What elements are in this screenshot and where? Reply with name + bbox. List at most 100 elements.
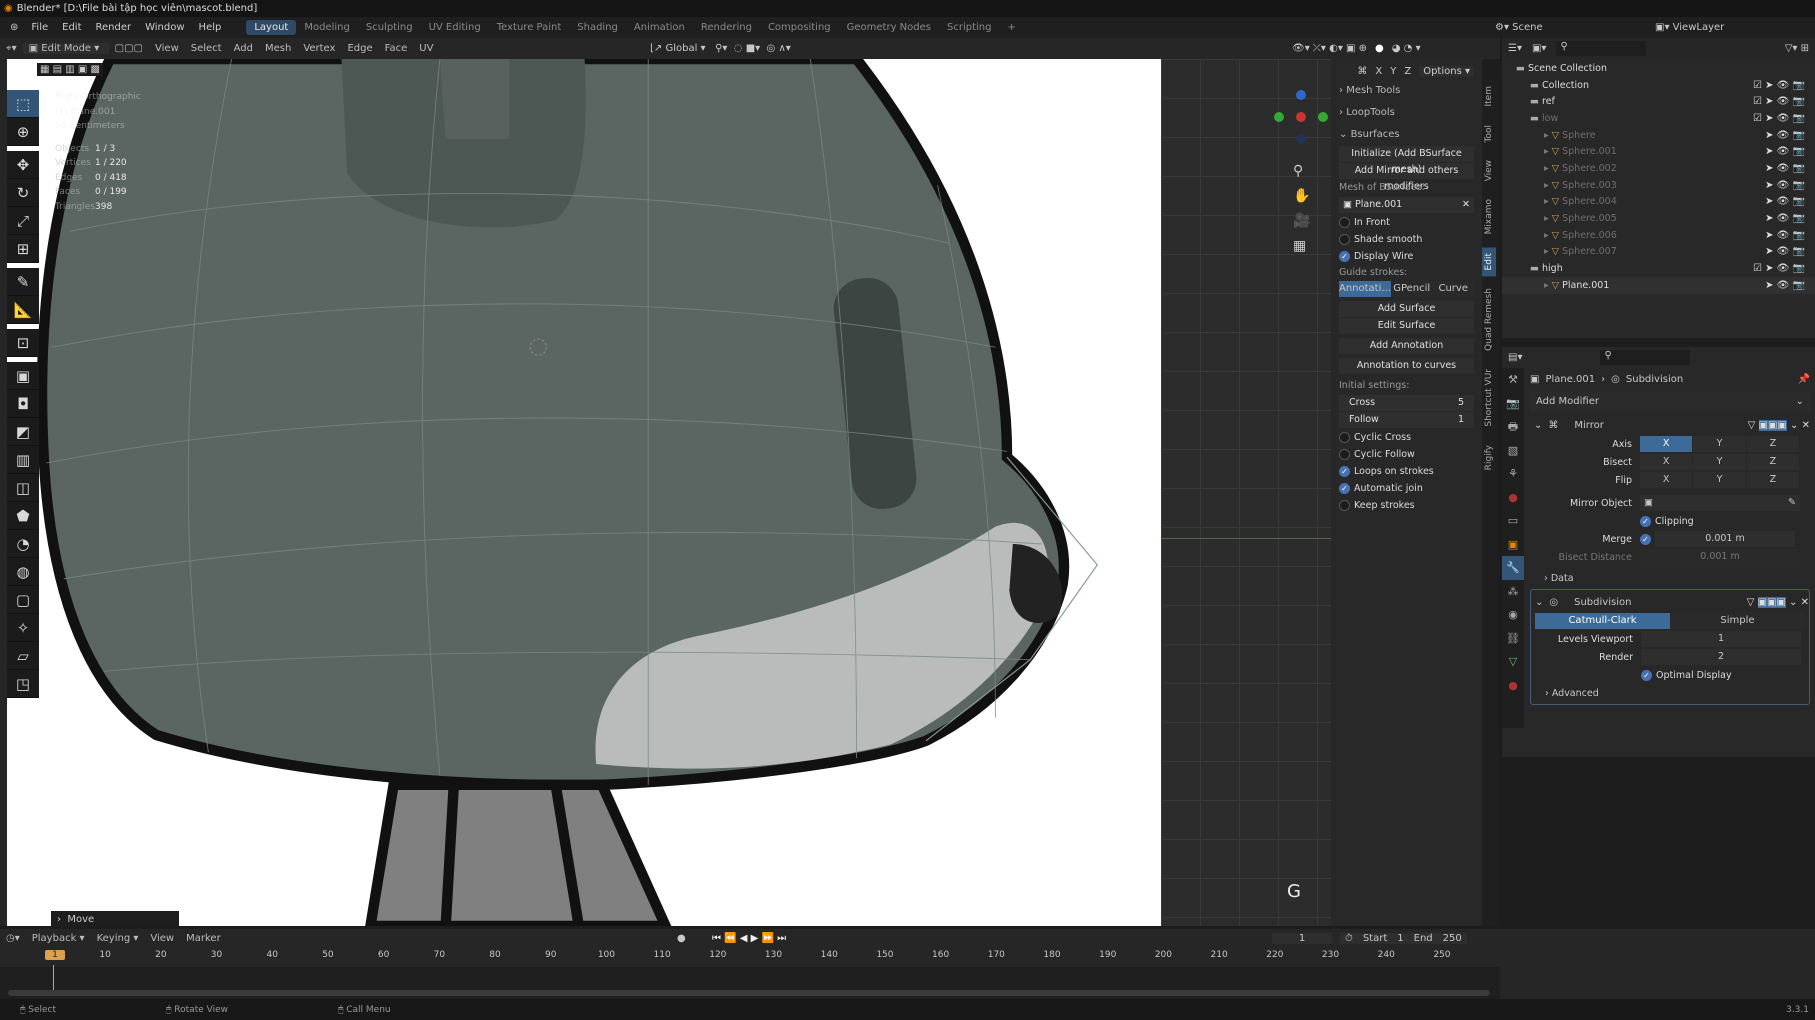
outliner-row[interactable]: ▬ low ☑ ➤ 👁 📷 bbox=[1502, 110, 1815, 127]
panel-mesh-tools[interactable]: › Mesh Tools bbox=[1339, 79, 1474, 101]
tool-extrude-icon[interactable]: ▣ bbox=[7, 362, 39, 390]
panel-bsurfaces[interactable]: ⌄ Bsurfaces bbox=[1339, 123, 1474, 145]
constraints-tab-icon[interactable]: ⛓ bbox=[1502, 627, 1524, 651]
tool-select-box-icon[interactable]: ⬚ bbox=[7, 90, 39, 118]
catmull-clark-button[interactable]: Catmull-Clark bbox=[1535, 613, 1670, 629]
tool-edge-slide-icon[interactable]: ▢ bbox=[7, 586, 39, 614]
tool-smooth-icon[interactable]: ◍ bbox=[7, 558, 39, 586]
clipping-checkbox[interactable]: ✓ bbox=[1640, 515, 1651, 527]
collection-tab-icon[interactable]: ▭ bbox=[1502, 509, 1524, 533]
tool-shrink-fatten-icon[interactable]: ✧ bbox=[7, 614, 39, 642]
visibility-toggles[interactable]: ☑ ➤ 👁 📷 bbox=[1753, 113, 1805, 124]
view-layer-tab-icon[interactable]: ▧ bbox=[1502, 439, 1524, 463]
menu-window[interactable]: Window bbox=[138, 22, 191, 33]
expand-icon[interactable]: ▸ bbox=[1544, 130, 1552, 141]
editor-type-icon[interactable]: ⌖▾ bbox=[0, 43, 23, 54]
tool-add-cube-icon[interactable]: ⊡ bbox=[7, 329, 39, 357]
menu-render[interactable]: Render bbox=[89, 22, 139, 33]
expand-icon[interactable]: ▸ bbox=[1544, 246, 1552, 257]
outliner-row[interactable]: ▸ ▽ Sphere.006 ➤ 👁 📷 bbox=[1502, 227, 1815, 244]
visibility-toggles[interactable]: ☑ ➤ 👁 📷 bbox=[1753, 80, 1805, 91]
merge-distance-field[interactable]: 0.001 m bbox=[1655, 531, 1795, 547]
header-menu-face[interactable]: Face bbox=[379, 43, 414, 54]
checkbox-icon[interactable] bbox=[1339, 234, 1350, 245]
bsurface-button[interactable]: Add Annotation bbox=[1339, 338, 1474, 354]
editor-type-icon[interactable]: ▤▾ bbox=[1508, 352, 1522, 363]
expand-icon[interactable]: ▸ bbox=[1544, 230, 1552, 241]
zoom-icon[interactable]: ⚲ bbox=[1293, 159, 1310, 184]
axis-x-button[interactable]: X bbox=[1640, 436, 1693, 452]
outliner-row[interactable]: ▸ ▽ Sphere.005 ➤ 👁 📷 bbox=[1502, 210, 1815, 227]
timeline-menu-keying[interactable]: Keying ▾ bbox=[91, 933, 145, 944]
world-tab-icon[interactable]: ● bbox=[1502, 486, 1524, 510]
sidebar-tab-view[interactable]: View bbox=[1482, 154, 1496, 187]
properties-search[interactable]: ⚲ bbox=[1600, 349, 1691, 365]
flip-z-button[interactable]: Z bbox=[1746, 472, 1799, 488]
menu-edit[interactable]: Edit bbox=[55, 22, 88, 33]
outliner-row[interactable]: ▬ Scene Collection bbox=[1502, 60, 1815, 77]
flip-y-button[interactable]: Y bbox=[1693, 472, 1746, 488]
checkbox-cyclic-cross[interactable]: Cyclic Cross bbox=[1339, 429, 1474, 446]
sidebar-tab-edit[interactable]: Edit bbox=[1482, 246, 1496, 277]
mirror-axis-row[interactable]: ⌘ X Y Z Options ▾ bbox=[1339, 63, 1474, 79]
bisect-z-button[interactable]: Z bbox=[1746, 454, 1799, 470]
filter-view-icon[interactable]: ▣▾ bbox=[1532, 43, 1546, 54]
add-modifier-button[interactable]: Add Modifier ⌄ bbox=[1530, 391, 1810, 411]
tool-poly-build-icon[interactable]: ⬟ bbox=[7, 502, 39, 530]
tool-cursor-icon[interactable]: ⊕ bbox=[7, 118, 39, 146]
tool-loop-cut-icon[interactable]: ▥ bbox=[7, 446, 39, 474]
object-tab-icon[interactable]: ▣ bbox=[1502, 533, 1524, 557]
expand-icon[interactable]: ▸ bbox=[1544, 163, 1552, 174]
tool-scale-icon[interactable]: ⤢ bbox=[7, 207, 39, 235]
particles-tab-icon[interactable]: ⁂ bbox=[1502, 580, 1524, 604]
data-tab-icon[interactable]: ▽ bbox=[1502, 650, 1524, 674]
sidebar-tab-tool[interactable]: Tool bbox=[1482, 119, 1496, 148]
visibility-toggles[interactable]: ➤ 👁 📷 bbox=[1765, 146, 1805, 157]
view-layer-name[interactable]: ViewLayer bbox=[1673, 22, 1725, 33]
timeline-menu-marker[interactable]: Marker bbox=[180, 933, 227, 944]
axis-x[interactable]: X bbox=[1375, 66, 1382, 77]
render-tab-icon[interactable]: 📷 bbox=[1502, 392, 1524, 416]
bsurface-button[interactable]: Add Surface bbox=[1339, 301, 1474, 317]
outliner-search[interactable]: ⚲ bbox=[1556, 40, 1647, 56]
workspace-tab-scripting[interactable]: Scripting bbox=[939, 20, 999, 35]
workspace-tab-compositing[interactable]: Compositing bbox=[760, 20, 839, 35]
pin-icon[interactable]: 📌 bbox=[1798, 374, 1810, 385]
outliner-row[interactable]: ▸ ▽ Plane.001 ➤ 👁 📷 bbox=[1502, 276, 1815, 294]
outliner-row[interactable]: ▬ high ☑ ➤ 👁 📷 bbox=[1502, 260, 1815, 277]
expand-icon[interactable]: ▸ bbox=[1544, 280, 1552, 291]
workspace-tab-rendering[interactable]: Rendering bbox=[693, 20, 760, 35]
outliner-row[interactable]: ▸ ▽ Sphere.004 ➤ 👁 📷 bbox=[1502, 194, 1815, 211]
display-mode-icon[interactable]: ☰▾ bbox=[1508, 43, 1522, 54]
axis-z[interactable]: Z bbox=[1404, 66, 1411, 77]
sidebar-tab-mixamo[interactable]: Mixamo bbox=[1482, 193, 1496, 240]
outliner-row[interactable]: ▸ ▽ Sphere.001 ➤ 👁 📷 bbox=[1502, 143, 1815, 160]
outliner-row[interactable]: ▬ Collection ☑ ➤ 👁 📷 bbox=[1502, 77, 1815, 94]
modifier-toggle-icons[interactable]: ▽ ▣▣▣ ⌄ ✕ bbox=[1747, 596, 1809, 608]
header-menu-vertex[interactable]: Vertex bbox=[297, 43, 341, 54]
collapse-icon[interactable]: ⌄ bbox=[1534, 420, 1542, 431]
sidebar-tab-rigify[interactable]: Rigify bbox=[1482, 439, 1496, 476]
optimal-display-checkbox[interactable]: ✓ bbox=[1641, 669, 1652, 681]
cross-field[interactable]: Cross 5 bbox=[1339, 395, 1474, 411]
workspace-tab-shading[interactable]: Shading bbox=[569, 20, 626, 35]
guide-tab[interactable]: GPencil bbox=[1390, 281, 1433, 297]
tool-measure-icon[interactable]: 📐 bbox=[7, 296, 39, 324]
visibility-toggles[interactable]: ➤ 👁 📷 bbox=[1765, 130, 1805, 141]
select-mode-icons[interactable]: ▢▢▢ bbox=[109, 43, 149, 54]
levels-viewport-field[interactable]: 1 bbox=[1641, 631, 1801, 647]
visibility-toggles[interactable]: ☑ ➤ 👁 📷 bbox=[1753, 96, 1805, 107]
guide-tab[interactable]: Annotati... bbox=[1339, 281, 1391, 297]
visibility-toggles[interactable]: ➤ 👁 📷 bbox=[1765, 196, 1805, 207]
end-field[interactable]: 250 bbox=[1443, 933, 1462, 944]
workspace-tab-animation[interactable]: Animation bbox=[626, 20, 693, 35]
checkbox-automatic-join[interactable]: ✓ Automatic join bbox=[1339, 480, 1474, 497]
header-menu-uv[interactable]: UV bbox=[413, 43, 439, 54]
header-menu-add[interactable]: Add bbox=[228, 43, 259, 54]
checkbox-icon[interactable]: ✓ bbox=[1339, 251, 1350, 262]
clear-icon[interactable]: ✕ bbox=[1462, 197, 1474, 213]
playback-controls[interactable]: ⏮ ⏪ ◀ ▶ ⏩ ⏭ bbox=[712, 933, 786, 944]
current-frame-field[interactable]: 1 bbox=[1272, 932, 1332, 944]
frame-range[interactable]: ⏱ Start 1 End 250 bbox=[1340, 932, 1467, 944]
expand-icon[interactable]: ▸ bbox=[1544, 146, 1552, 157]
